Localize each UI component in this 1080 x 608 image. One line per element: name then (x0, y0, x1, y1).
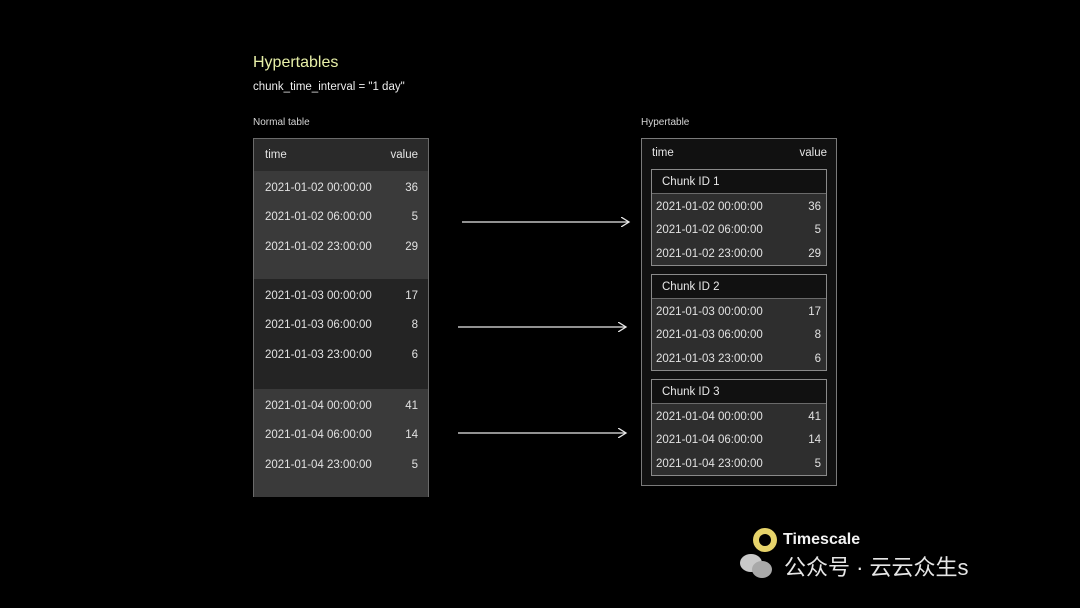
chunk-1: Chunk ID 1 2021-01-02 00:00:00 36 2021-0… (651, 169, 827, 266)
chunk-2: Chunk ID 2 2021-01-03 00:00:00 17 2021-0… (651, 274, 827, 371)
time-cell: 2021-01-04 06:00:00 (656, 434, 763, 447)
value-cell: 17 (808, 305, 821, 318)
timescale-logo: Timescale (753, 528, 860, 552)
table-row: 2021-01-04 00:00:00 41 (652, 405, 826, 429)
time-cell: 2021-01-04 23:00:00 (656, 457, 763, 470)
time-cell: 2021-01-03 23:00:00 (656, 352, 763, 365)
table-row: 2021-01-02 00:00:00 36 (652, 195, 826, 219)
time-cell: 2021-01-03 00:00:00 (656, 305, 763, 318)
time-cell: 2021-01-04 00:00:00 (656, 410, 763, 423)
hypertable: time value Chunk ID 1 2021-01-02 00:00:0… (641, 138, 837, 486)
hypertable-header: time value (642, 139, 836, 167)
time-cell: 2021-01-02 00:00:00 (656, 200, 763, 213)
chunk-label: Chunk ID 3 (652, 380, 826, 404)
column-header-time: time (652, 147, 674, 159)
value-cell: 41 (808, 410, 821, 423)
table-row: 2021-01-03 23:00:00 6 (652, 347, 826, 371)
mapping-arrows (458, 0, 1080, 608)
timescale-logo-icon (753, 528, 777, 552)
table-row: 2021-01-03 00:00:00 17 (652, 300, 826, 324)
time-cell: 2021-01-03 06:00:00 (656, 329, 763, 342)
time-cell: 2021-01-02 23:00:00 (656, 247, 763, 260)
table-row: 2021-01-03 06:00:00 8 (652, 324, 826, 348)
time-cell: 2021-01-02 06:00:00 (656, 224, 763, 237)
value-cell: 6 (814, 352, 821, 365)
logo-text: Timescale (783, 531, 861, 548)
wechat-watermark: 公众号 · 云云众生s (740, 550, 969, 582)
value-cell: 8 (814, 329, 821, 342)
chunk-label: Chunk ID 1 (652, 170, 826, 194)
column-header-value: value (799, 147, 828, 159)
chunk-3: Chunk ID 3 2021-01-04 00:00:00 41 2021-0… (651, 379, 827, 476)
value-cell: 5 (814, 224, 821, 237)
table-row: 2021-01-04 06:00:00 14 (652, 429, 826, 453)
wechat-icon (740, 552, 774, 580)
value-cell: 5 (814, 457, 821, 470)
table-row: 2021-01-04 23:00:00 5 (652, 452, 826, 476)
table-row: 2021-01-02 23:00:00 29 (652, 242, 826, 266)
value-cell: 14 (808, 434, 821, 447)
table-row: 2021-01-02 06:00:00 5 (652, 219, 826, 243)
value-cell: 36 (808, 200, 821, 213)
value-cell: 29 (808, 247, 821, 260)
watermark-text: 公众号 · 云云众生s (784, 555, 969, 580)
chunk-label: Chunk ID 2 (652, 275, 826, 299)
